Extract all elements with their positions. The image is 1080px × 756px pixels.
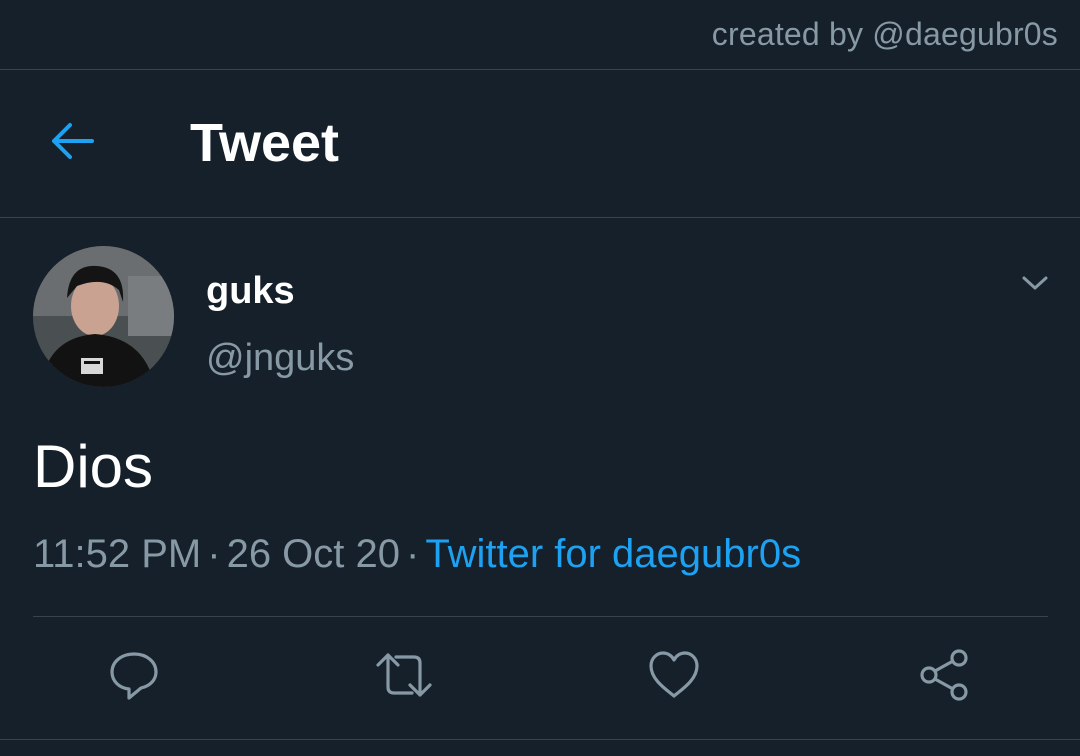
reply-button[interactable] bbox=[104, 647, 164, 707]
like-button[interactable] bbox=[644, 647, 704, 707]
heart-icon bbox=[647, 650, 701, 705]
bottom-divider bbox=[0, 739, 1080, 740]
action-bar bbox=[0, 617, 1080, 739]
tweet-screen: created by @daegubr0s Tweet guks @jnguks bbox=[0, 0, 1080, 756]
display-name[interactable]: guks bbox=[206, 270, 295, 313]
meta-separator: · bbox=[207, 532, 221, 576]
tweet-time: 11:52 PM bbox=[33, 532, 202, 576]
tweet-date: 26 Oct 20 bbox=[226, 532, 401, 576]
share-icon bbox=[917, 648, 971, 707]
header-bar: Tweet bbox=[0, 70, 1080, 218]
chevron-down-icon bbox=[1021, 274, 1049, 297]
retweet-button[interactable] bbox=[374, 647, 434, 707]
tweet-meta: 11:52 PM · 26 Oct 20 · Twitter for daegubr0s bbox=[33, 532, 801, 577]
credit-text: created by @daegubr0s bbox=[711, 16, 1058, 52]
credit-bar: created by @daegubr0s bbox=[0, 0, 1080, 70]
share-button[interactable] bbox=[914, 647, 974, 707]
tweet-text: Dios bbox=[33, 433, 154, 500]
user-handle[interactable]: @jnguks bbox=[206, 337, 354, 380]
tweet-source-link[interactable]: Twitter for daegubr0s bbox=[425, 532, 801, 576]
back-button[interactable] bbox=[38, 108, 108, 178]
retweet-icon bbox=[374, 649, 434, 706]
avatar[interactable] bbox=[33, 246, 174, 387]
meta-separator: · bbox=[406, 532, 420, 576]
tweet-menu-button[interactable] bbox=[1010, 265, 1060, 305]
page-title: Tweet bbox=[190, 113, 340, 173]
reply-icon bbox=[108, 649, 160, 706]
arrow-left-icon bbox=[50, 121, 96, 166]
